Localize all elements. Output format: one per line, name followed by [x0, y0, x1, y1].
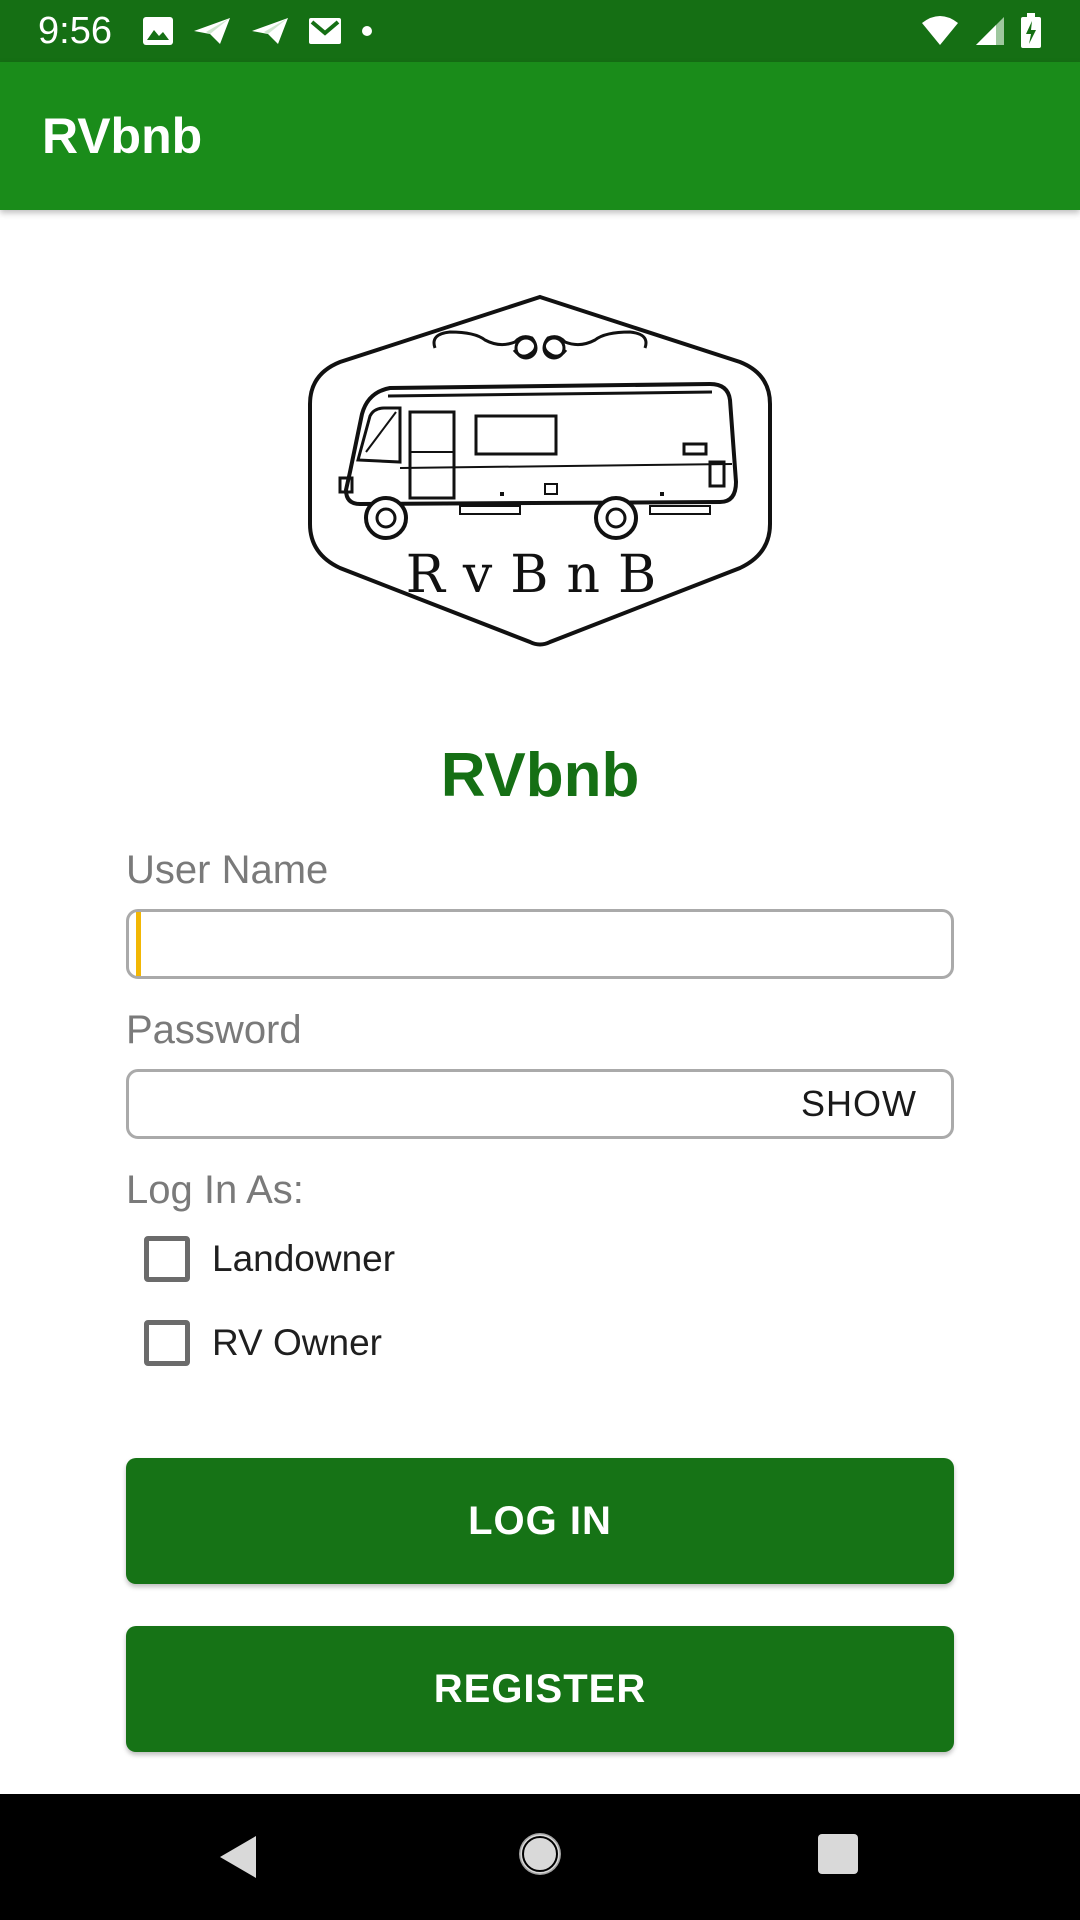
login-button[interactable]: LOG IN: [126, 1458, 954, 1584]
gmail-icon: [308, 18, 341, 44]
battery-charging-icon: [1021, 13, 1041, 48]
signal-icon: [976, 17, 1004, 45]
app-bar: RVbnb: [0, 62, 1080, 210]
system-icons: [920, 13, 1042, 49]
landowner-checkbox[interactable]: [144, 1236, 190, 1282]
home-icon[interactable]: [516, 1830, 564, 1878]
login-as-label: Log In As:: [126, 1168, 304, 1212]
rv-owner-checkbox-row[interactable]: RV Owner: [144, 1320, 382, 1366]
status-time: 9:56: [38, 9, 112, 52]
rv-owner-label: RV Owner: [212, 1322, 382, 1363]
username-label: User Name: [126, 848, 329, 892]
password-input[interactable]: SHOW: [126, 1069, 954, 1139]
recents-icon[interactable]: [818, 1834, 858, 1874]
landowner-checkbox-row[interactable]: Landowner: [144, 1236, 395, 1282]
password-label: Password: [126, 1008, 302, 1052]
landowner-label: Landowner: [212, 1238, 396, 1279]
notification-icons: [142, 16, 374, 46]
send-icon: [251, 18, 288, 44]
back-icon[interactable]: [218, 1834, 258, 1880]
system-nav-bar: [0, 1794, 1080, 1920]
text-cursor: [136, 912, 141, 976]
wifi-icon: [922, 16, 958, 45]
dot-icon: [361, 26, 372, 36]
status-bar: 9:56: [0, 0, 1080, 62]
username-input[interactable]: [126, 909, 954, 979]
rv-logo-icon: RvBnB: [308, 294, 772, 647]
send-icon: [193, 18, 230, 44]
app-bar-title: RVbnb: [42, 108, 203, 164]
image-icon: [142, 17, 173, 45]
rv-owner-checkbox[interactable]: [144, 1320, 190, 1366]
brand-title: RVbnb: [440, 741, 640, 810]
logo-text: RvBnB: [406, 545, 674, 605]
show-password-button[interactable]: SHOW: [801, 1083, 917, 1125]
register-button[interactable]: REGISTER: [126, 1626, 954, 1752]
rvbnb-logo: RvBnB: [300, 292, 780, 652]
